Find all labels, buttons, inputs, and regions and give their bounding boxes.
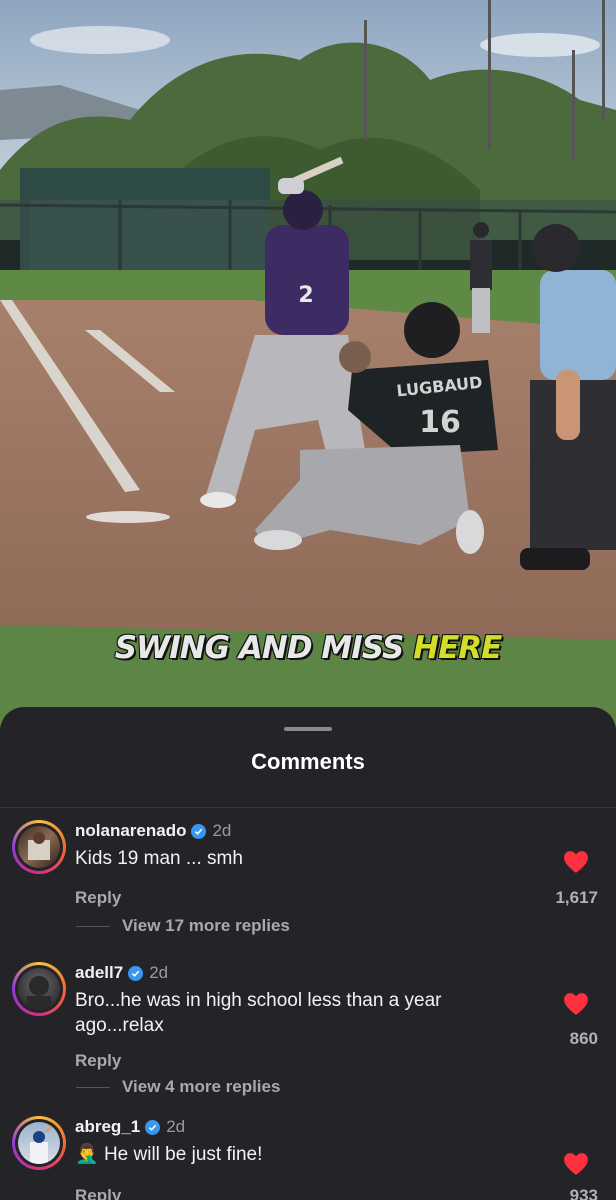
- comment-time: 2d: [212, 821, 232, 840]
- view-more-replies[interactable]: View 17 more replies: [76, 916, 290, 936]
- avatar[interactable]: [12, 962, 66, 1016]
- reply-button[interactable]: Reply: [75, 888, 121, 908]
- caption-text: SWING AND MISS: [114, 630, 405, 666]
- comment-text: Kids 19 man ... smh: [75, 848, 243, 869]
- comment-text-body: He will be just fine!: [103, 1144, 263, 1165]
- view-more-replies[interactable]: View 4 more replies: [76, 1077, 280, 1097]
- reply-button[interactable]: Reply: [75, 1051, 121, 1071]
- comments-title: Comments: [251, 749, 365, 774]
- avatar[interactable]: [12, 820, 66, 874]
- catcher-jersey-number: 16: [419, 405, 461, 440]
- like-heart-icon[interactable]: [563, 992, 589, 1016]
- like-count: 1,617: [555, 888, 598, 907]
- like-heart-icon[interactable]: [563, 1152, 589, 1176]
- comment-username[interactable]: nolanarenado: [75, 821, 186, 841]
- like-count: 933: [569, 1186, 598, 1200]
- avatar[interactable]: [12, 1116, 66, 1170]
- comment-username[interactable]: abreg_1: [75, 1117, 140, 1137]
- replies-line: [76, 1086, 110, 1088]
- comment-time: 2d: [149, 963, 169, 982]
- header-divider: [0, 807, 616, 808]
- facepalm-emoji-icon: 🤦‍♂️: [75, 1144, 99, 1165]
- like-heart-icon[interactable]: [563, 850, 589, 874]
- video-caption: SWING AND MISS HERE: [0, 630, 616, 666]
- caption-highlight: HERE: [413, 630, 502, 666]
- comments-sheet: Comments nolanarenado 2d Kids 19 man ...…: [0, 707, 616, 1200]
- verified-badge-icon: [145, 1119, 161, 1135]
- comment-time: 2d: [166, 1117, 186, 1136]
- verified-badge-icon: [128, 965, 144, 981]
- sheet-drag-handle[interactable]: [284, 727, 332, 731]
- comment-username[interactable]: adell7: [75, 963, 123, 983]
- replies-line: [76, 925, 110, 927]
- comment-text: 🤦‍♂️ He will be just fine!: [75, 1142, 515, 1167]
- view-more-replies-label: View 17 more replies: [122, 916, 290, 935]
- verified-badge-icon: [191, 823, 207, 839]
- like-count: 860: [569, 1029, 598, 1048]
- comment-text: Bro...he was in high school less than a …: [75, 990, 442, 1036]
- reply-button[interactable]: Reply: [75, 1186, 121, 1200]
- batter-jersey-number: 2: [298, 283, 313, 308]
- view-more-replies-label: View 4 more replies: [122, 1077, 281, 1096]
